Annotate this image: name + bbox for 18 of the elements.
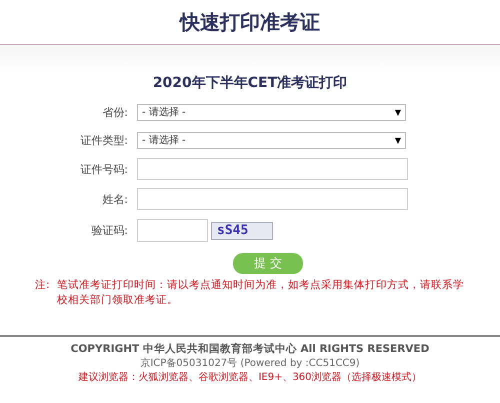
select-field[interactable]: - 请选择 - ▼ [137, 132, 406, 148]
input-field[interactable] [137, 219, 208, 242]
input-field[interactable] [137, 188, 408, 210]
captcha-image: sS45 [211, 222, 273, 240]
notice-label: 注: [35, 278, 51, 293]
page-title: 快速打印准考证 [180, 8, 320, 36]
notice-text: 笔试准考证打印时间：请以考点通知时间为准，如考点采用集体打印方式，请联系学校相关部门领取准考证。 [57, 278, 465, 308]
field-label: 证件类型: [79, 132, 129, 148]
field-label: 姓名: [101, 192, 129, 206]
field-label: 省份: [101, 104, 129, 120]
select-field[interactable]: - 请选择 - ▼ [137, 104, 406, 120]
form-title: 2020年下半年CET准考证打印 [152, 74, 348, 92]
icp-text: 京ICP备05031027号 (Powered by :CC51CC9) [140, 357, 360, 371]
field-label: 验证码: [90, 223, 129, 238]
field-label: 证件号码: [79, 162, 129, 176]
input-field[interactable] [137, 158, 408, 180]
copyright-text: COPYRIGHT 中华人民共和国教育部考试中心 All RIGHTS RESERVED [70, 342, 430, 357]
browser-advice: 建议浏览器：火狐浏览器、谷歌浏览器、IE9+、360浏览器（选择极速模式） [78, 371, 422, 385]
